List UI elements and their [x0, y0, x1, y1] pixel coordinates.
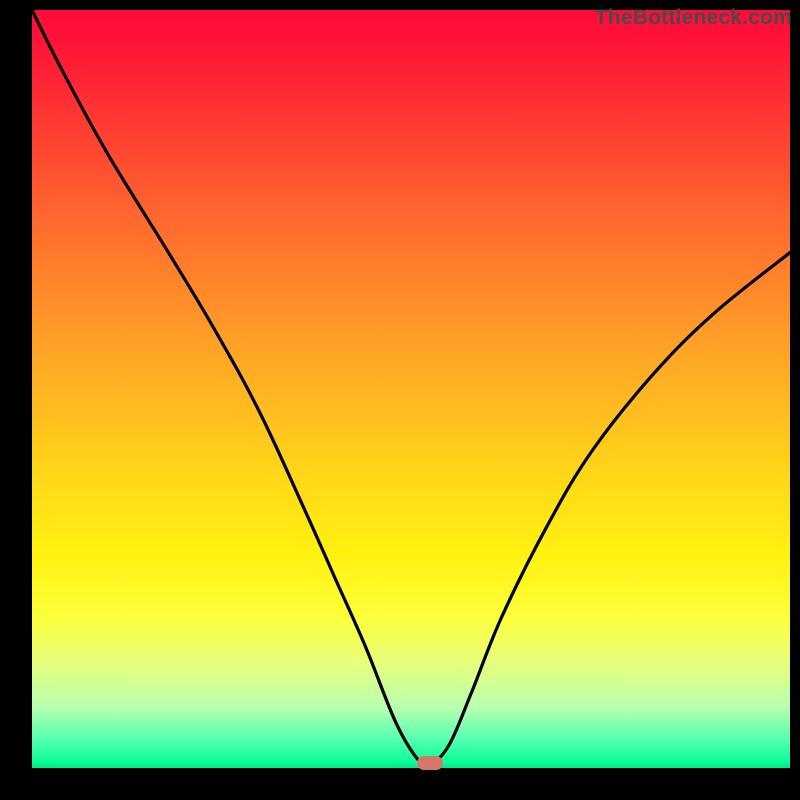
minimum-marker [417, 756, 443, 770]
plot-area [32, 10, 790, 768]
watermark-text: TheBottleneck.com [595, 6, 792, 30]
chart-frame: TheBottleneck.com [0, 0, 800, 800]
bottleneck-curve [32, 10, 790, 768]
